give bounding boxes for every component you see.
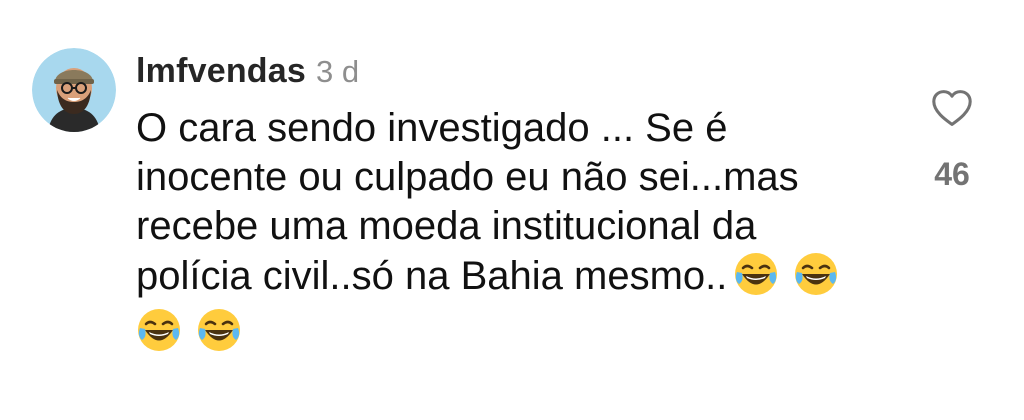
laughing-emoji-icon bbox=[136, 307, 182, 353]
heart-outline-icon[interactable] bbox=[930, 88, 974, 128]
laughing-emoji-icon bbox=[196, 307, 242, 353]
comment-text: O cara sendo investigado ... Se é inocen… bbox=[136, 104, 876, 357]
like-count: 46 bbox=[934, 156, 970, 192]
username-link[interactable]: lmfvendas bbox=[136, 52, 306, 91]
like-column: 46 bbox=[912, 88, 992, 193]
laughing-emoji-icon bbox=[793, 251, 839, 297]
comment-item: lmfvendas 3 d O cara sendo investigado .… bbox=[0, 0, 1024, 420]
comment-text-content: O cara sendo investigado ... Se é inocen… bbox=[136, 106, 799, 298]
laughing-emoji-icon bbox=[733, 251, 779, 297]
emoji-row bbox=[136, 307, 876, 357]
timestamp: 3 d bbox=[315, 54, 360, 89]
user-avatar[interactable] bbox=[32, 48, 116, 132]
comment-body: lmfvendas 3 d O cara sendo investigado .… bbox=[136, 52, 896, 357]
comment-meta: lmfvendas 3 d bbox=[136, 52, 896, 96]
